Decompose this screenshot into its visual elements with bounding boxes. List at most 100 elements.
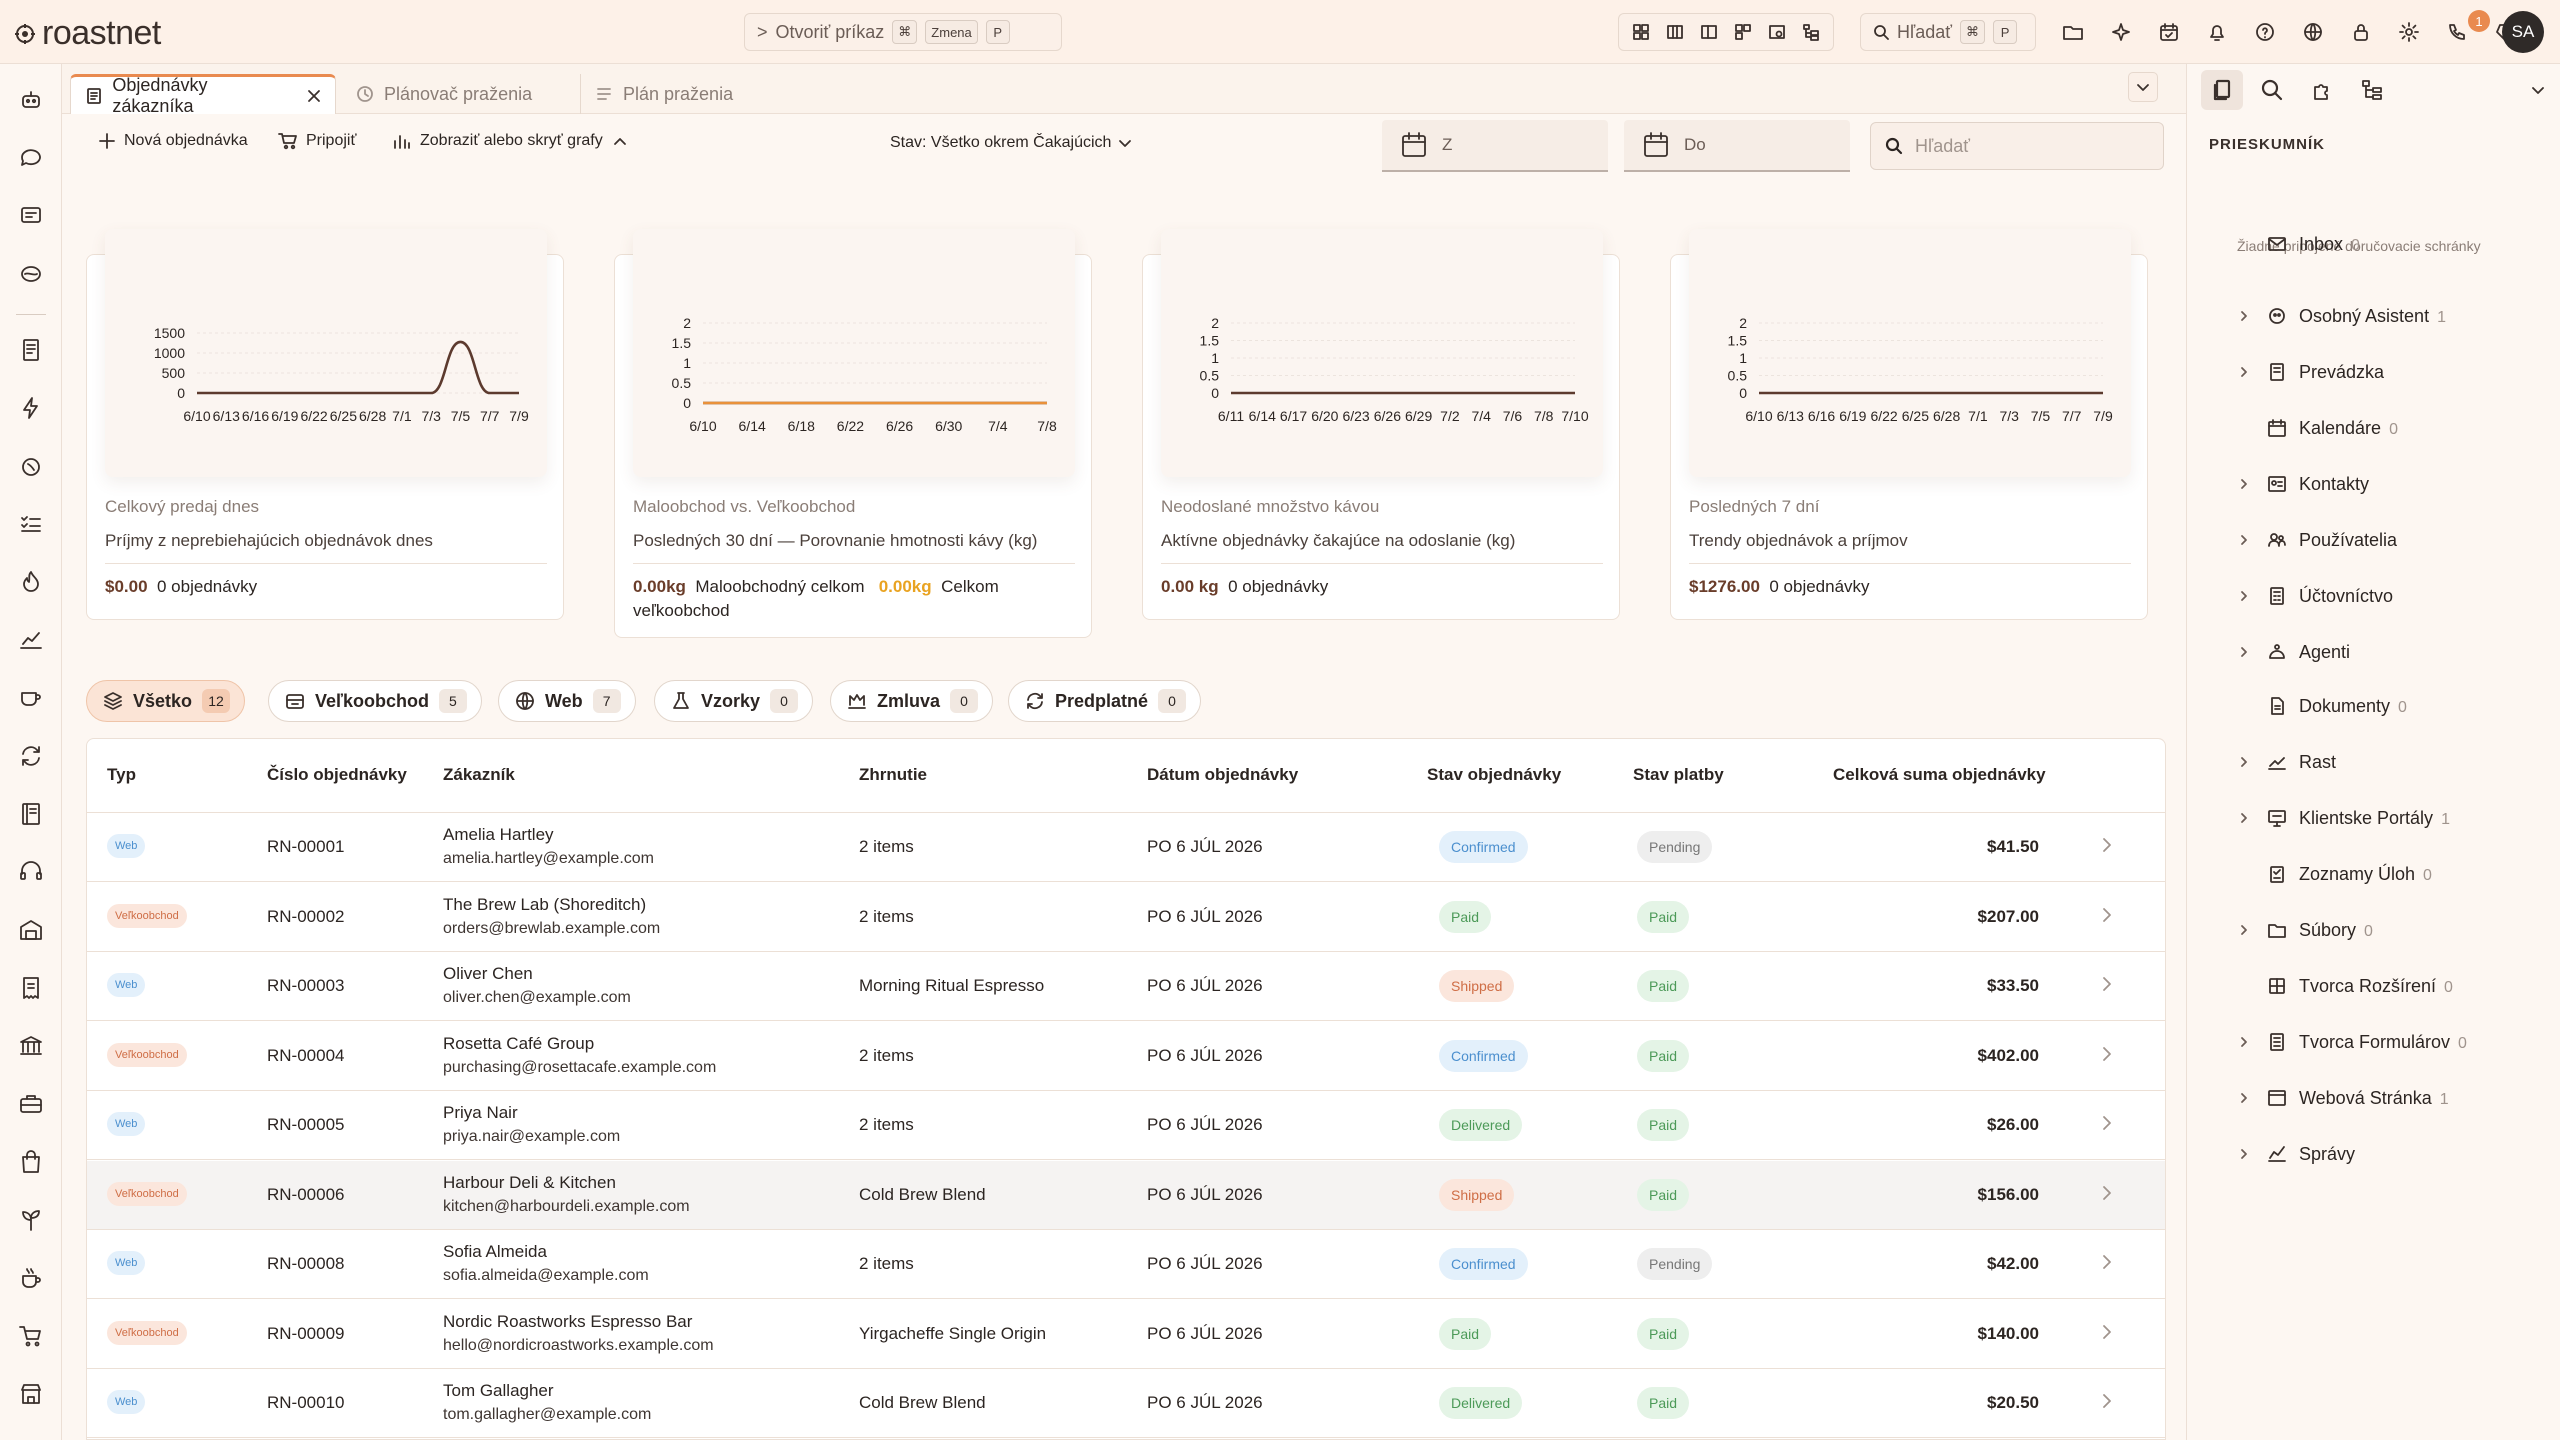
chevron-right-icon[interactable] — [2237, 755, 2251, 769]
cup-icon[interactable] — [15, 682, 47, 714]
tree-item[interactable]: Správy — [2187, 1134, 2560, 1174]
globe-icon[interactable] — [2295, 14, 2331, 50]
tree-item[interactable]: Tvorca Formulárov 0 — [2187, 1022, 2560, 1062]
tabs-collapse-button[interactable] — [2128, 72, 2158, 102]
messages-icon[interactable] — [15, 200, 47, 232]
filter-chip-wholesale[interactable]: Veľkoobchod 5 — [268, 680, 482, 722]
calendar-check-icon[interactable] — [2151, 14, 2187, 50]
tree-item[interactable]: Tvorca Rozšírení 0 — [2187, 966, 2560, 1006]
col-order-number[interactable]: Číslo objednávky — [267, 765, 407, 785]
chevron-right-icon[interactable] — [2097, 974, 2117, 994]
hierarchy-icon[interactable] — [2351, 70, 2393, 110]
chevron-right-icon[interactable] — [2237, 1147, 2251, 1161]
sparkle-icon[interactable] — [2103, 14, 2139, 50]
toggle-charts-button[interactable]: Zobraziť alebo skryť grafy — [392, 132, 629, 150]
chat-bubble-icon[interactable] — [15, 142, 47, 174]
cart-icon[interactable] — [15, 1320, 47, 1352]
chevron-right-icon[interactable] — [2237, 1091, 2251, 1105]
col-type[interactable]: Typ — [107, 765, 136, 785]
layout-columns-icon[interactable] — [1661, 18, 1689, 46]
chevron-right-icon[interactable] — [2237, 923, 2251, 937]
filter-chip-all[interactable]: Všetko 12 — [86, 680, 246, 722]
layout-grid-icon[interactable] — [1627, 18, 1655, 46]
shopping-bag-icon[interactable] — [15, 1146, 47, 1178]
chevron-right-icon[interactable] — [2097, 835, 2117, 855]
col-order-date[interactable]: Dátum objednávky — [1147, 765, 1298, 785]
tree-item[interactable]: Dokumenty 0 — [2187, 686, 2560, 726]
chevron-right-icon[interactable] — [2097, 1322, 2117, 1342]
store-icon[interactable] — [15, 1378, 47, 1410]
chevron-right-icon[interactable] — [2097, 1183, 2117, 1203]
filter-chip-contract[interactable]: Zmluva 0 — [830, 680, 994, 722]
new-order-button[interactable]: Nová objednávka — [98, 132, 248, 150]
connect-button[interactable]: Pripojiť — [278, 132, 356, 150]
tab-customer-orders[interactable]: Objednávky zákazníka — [70, 74, 336, 116]
tree-item[interactable]: Klientske Portály 1 — [2187, 798, 2560, 838]
date-to-field[interactable]: Do — [1624, 120, 1850, 172]
plant-icon[interactable] — [15, 1204, 47, 1236]
tree-item[interactable]: Kontakty — [2187, 464, 2560, 504]
col-payment-status[interactable]: Stav platby — [1633, 765, 1724, 785]
chevron-right-icon[interactable] — [2097, 1252, 2117, 1272]
ledger-icon[interactable] — [15, 798, 47, 830]
tree-item[interactable]: Súbory 0 — [2187, 910, 2560, 950]
tab-roast-plan[interactable]: Plán praženia — [580, 74, 780, 114]
help-icon[interactable] — [2247, 14, 2283, 50]
table-row[interactable]: Web RN-00008 Sofia Almeida sofia.almeida@ex… — [87, 1230, 2165, 1299]
global-search-button[interactable]: Hľadať ⌘ P — [1860, 13, 2036, 51]
briefcase-icon[interactable] — [15, 1088, 47, 1120]
close-icon[interactable] — [306, 88, 321, 104]
tree-item[interactable]: Používatelia — [2187, 520, 2560, 560]
table-row[interactable]: Web RN-00001 Amelia Hartley amelia.hartley@… — [87, 813, 2165, 882]
tree-item[interactable]: Rast — [2187, 742, 2560, 782]
bank-icon[interactable] — [15, 1030, 47, 1062]
document-list-icon[interactable] — [15, 334, 47, 366]
flame-icon[interactable] — [15, 566, 47, 598]
app-logo[interactable]: roastnet — [14, 14, 161, 53]
chevron-right-icon[interactable] — [2237, 811, 2251, 825]
table-row[interactable]: Veľkoobchod RN-00004 Rosetta Café Group pur… — [87, 1022, 2165, 1091]
lightning-icon[interactable] — [15, 392, 47, 424]
table-row[interactable]: Veľkoobchod RN-00006 Harbour Deli & Kitche… — [87, 1160, 2165, 1230]
chevron-right-icon[interactable] — [2237, 589, 2251, 603]
table-row[interactable]: Web RN-00010 Tom Gallagher tom.gallagher@ex… — [87, 1369, 2165, 1438]
orders-search-field[interactable]: Hľadať — [1870, 122, 2164, 170]
extensions-icon[interactable] — [2301, 70, 2343, 110]
files-icon[interactable] — [2201, 70, 2243, 110]
layout-search-icon[interactable] — [1763, 18, 1791, 46]
chevron-right-icon[interactable] — [2237, 365, 2251, 379]
col-customer[interactable]: Zákazník — [443, 765, 515, 785]
bell-icon[interactable] — [2199, 14, 2235, 50]
chevron-right-icon[interactable] — [2097, 905, 2117, 925]
chevron-right-icon[interactable] — [2097, 1391, 2117, 1411]
chevron-right-icon[interactable] — [2237, 477, 2251, 491]
tree-item[interactable]: Inbox 0 — [2187, 224, 2560, 264]
tree-item[interactable]: Kalendáre 0 — [2187, 408, 2560, 448]
roast-icon[interactable] — [15, 450, 47, 482]
user-avatar[interactable]: SA — [2502, 11, 2544, 53]
chevron-right-icon[interactable] — [2097, 1044, 2117, 1064]
chevron-right-icon[interactable] — [2097, 1113, 2117, 1133]
filter-chip-subscription[interactable]: Predplatné 0 — [1008, 680, 1202, 722]
layout-tiles-icon[interactable] — [1729, 18, 1757, 46]
checklist-icon[interactable] — [15, 508, 47, 540]
gear-icon[interactable] — [2391, 14, 2427, 50]
layout-tree-icon[interactable] — [1797, 18, 1825, 46]
tree-item[interactable]: Účtovníctvo — [2187, 576, 2560, 616]
explorer-menu-button[interactable] — [2530, 82, 2546, 98]
analytics-icon[interactable] — [15, 624, 47, 656]
headset-icon[interactable] — [15, 856, 47, 888]
coffee-machine-icon[interactable] — [15, 1262, 47, 1294]
tree-item[interactable]: Webová Stránka 1 — [2187, 1078, 2560, 1118]
tree-item[interactable]: Agenti — [2187, 632, 2560, 672]
chevron-right-icon[interactable] — [2237, 533, 2251, 547]
table-row[interactable]: Web RN-00003 Oliver Chen oliver.chen@exampl… — [87, 952, 2165, 1021]
chevron-right-icon[interactable] — [2237, 309, 2251, 323]
table-row[interactable]: Veľkoobchod RN-00002 The Brew Lab (Shoredi… — [87, 883, 2165, 952]
table-row[interactable]: Veľkoobchod RN-00009 Nordic Roastworks Esp… — [87, 1300, 2165, 1369]
tab-roast-planner[interactable]: Plánovač praženia — [342, 74, 574, 114]
robot-icon[interactable] — [15, 84, 47, 116]
tree-item[interactable]: Zoznamy Úloh 0 — [2187, 854, 2560, 894]
chevron-right-icon[interactable] — [2237, 645, 2251, 659]
col-order-total[interactable]: Celková suma objednávky — [1833, 765, 2046, 785]
